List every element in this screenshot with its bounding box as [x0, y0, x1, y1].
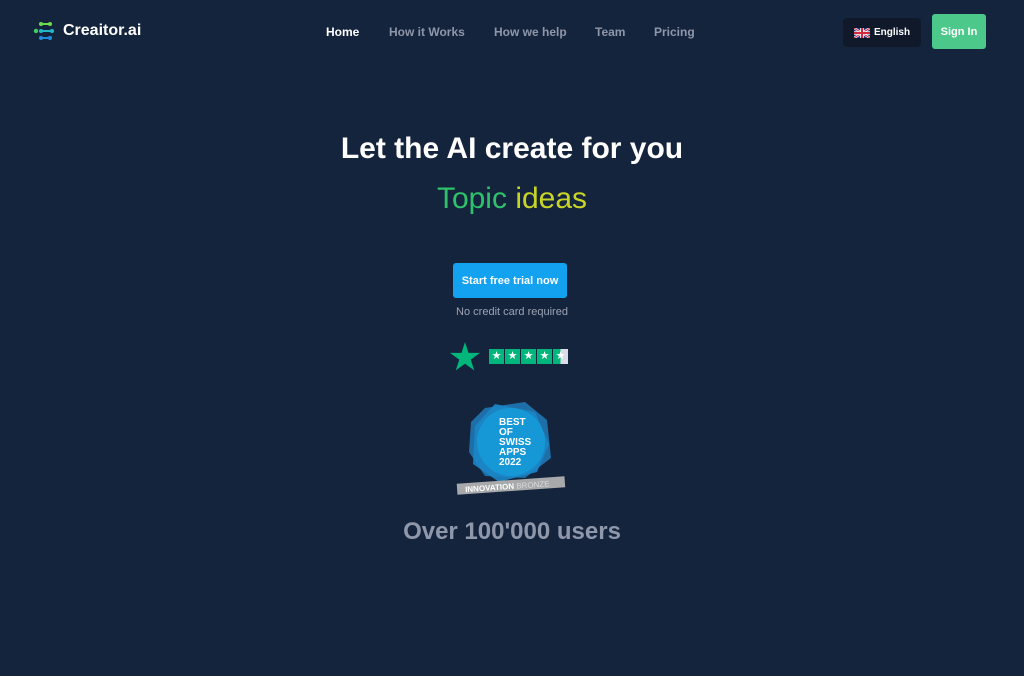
- language-label: English: [873, 27, 911, 38]
- language-selector[interactable]: English: [843, 18, 921, 47]
- star-icon: ★: [505, 349, 520, 364]
- no-credit-card-note: No credit card required: [456, 306, 568, 318]
- star-icon: ★: [537, 349, 552, 364]
- user-count-text: Over 100'000 users: [403, 518, 621, 545]
- uk-flag-icon: [853, 27, 870, 38]
- logo[interactable]: Creaitor.ai: [33, 20, 141, 42]
- best-of-swiss-apps-badge: BEST OF SWISS APPS 2022 INNOVATION BRONZ…: [455, 400, 567, 496]
- logo-icon: [33, 22, 54, 40]
- badge-ribbon-light: BRONZE: [516, 479, 550, 490]
- nav-home[interactable]: Home: [326, 25, 359, 39]
- badge-line-5: 2022: [499, 457, 522, 468]
- trustpilot-star-icon: [450, 342, 480, 371]
- subtitle-word-1: Topic: [436, 182, 507, 215]
- half-star-icon: ★: [553, 349, 568, 364]
- hero-subtitle: Topic ideas: [0, 182, 1024, 216]
- logo-text: Creaitor.ai: [63, 22, 142, 39]
- nav-how-it-works[interactable]: How it Works: [389, 25, 465, 39]
- sign-in-button[interactable]: Sign In: [932, 14, 986, 49]
- svg-text:INNOVATION BRONZE: INNOVATION BRONZE: [465, 479, 550, 494]
- hero-title: Let the AI create for you: [340, 132, 684, 165]
- nav-how-we-help[interactable]: How we help: [494, 25, 567, 39]
- star-icon: ★: [521, 349, 536, 364]
- trustpilot-rating[interactable]: ★ ★ ★ ★ ★: [450, 342, 568, 371]
- nav-team[interactable]: Team: [595, 25, 625, 39]
- star-icon: ★: [489, 349, 504, 364]
- start-trial-button[interactable]: Start free trial now: [453, 263, 567, 298]
- nav-pricing[interactable]: Pricing: [654, 25, 695, 39]
- subtitle-word-2: ideas: [515, 182, 588, 215]
- rating-stars: ★ ★ ★ ★ ★: [489, 349, 568, 364]
